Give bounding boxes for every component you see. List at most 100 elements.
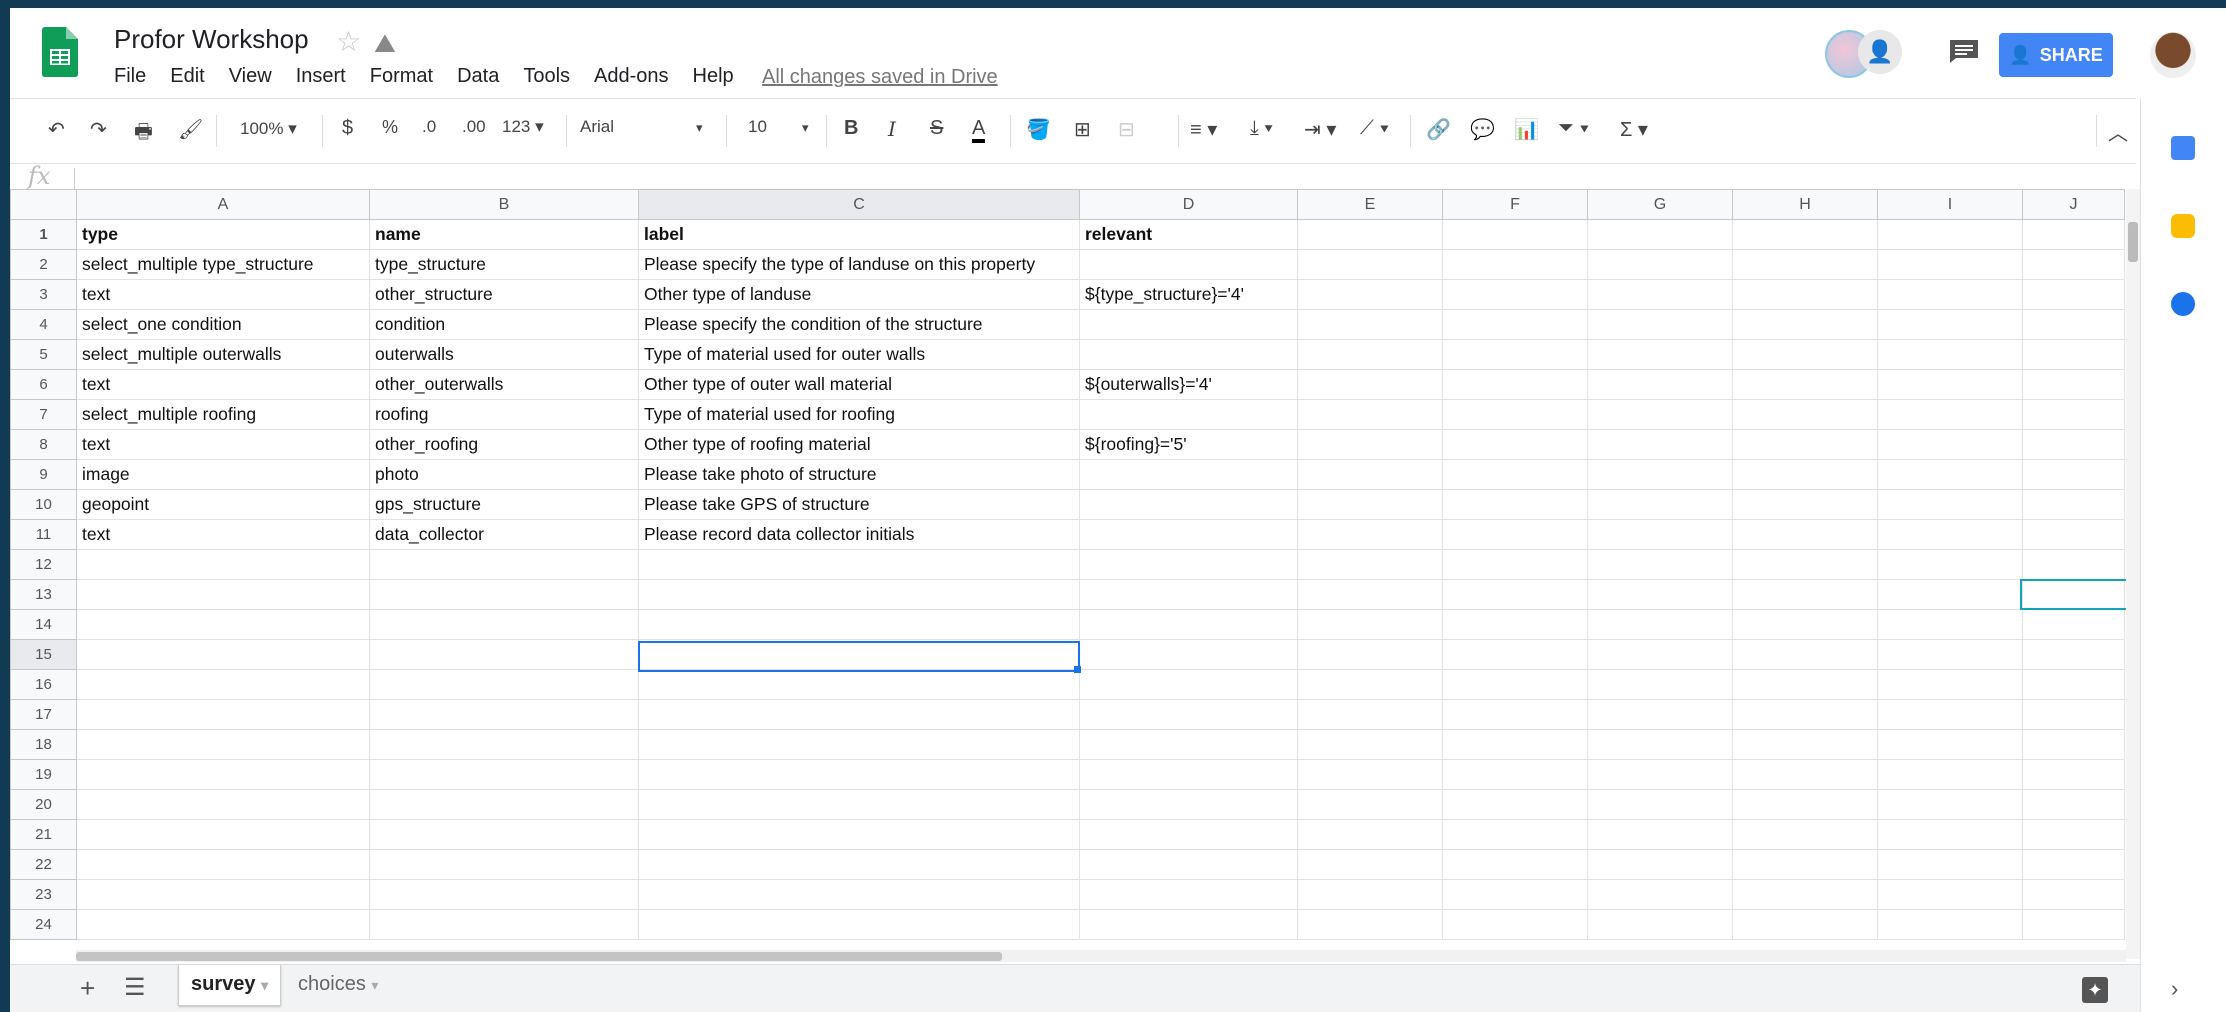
cell-a9[interactable]: image xyxy=(76,459,370,490)
cell-d10[interactable] xyxy=(1079,489,1298,520)
column-header-e[interactable]: E xyxy=(1297,189,1443,220)
cell-c5[interactable]: Type of material used for outer walls xyxy=(638,339,1080,370)
cell-c12[interactable] xyxy=(638,549,1080,580)
column-header-a[interactable]: A xyxy=(76,189,370,220)
cell-g5[interactable] xyxy=(1587,339,1733,370)
insert-chart-icon[interactable]: 📊 xyxy=(1514,117,1539,142)
row-header[interactable]: 21 xyxy=(10,819,77,850)
cell-g8[interactable] xyxy=(1587,429,1733,460)
currency-format-button[interactable]: $ xyxy=(342,117,353,140)
cell-c24[interactable] xyxy=(638,909,1080,940)
row-header[interactable]: 19 xyxy=(10,759,77,790)
cell-e16[interactable] xyxy=(1297,669,1443,700)
cell-i15[interactable] xyxy=(1877,639,2023,670)
cell-i13[interactable] xyxy=(1877,579,2023,610)
cell-h8[interactable] xyxy=(1732,429,1878,460)
comments-icon[interactable] xyxy=(1948,38,1980,64)
cell-b21[interactable] xyxy=(369,819,639,850)
cell-e2[interactable] xyxy=(1297,249,1443,280)
cell-g11[interactable] xyxy=(1587,519,1733,550)
cell-b23[interactable] xyxy=(369,879,639,910)
cell-e5[interactable] xyxy=(1297,339,1443,370)
cell-a11[interactable]: text xyxy=(76,519,370,550)
cell-i24[interactable] xyxy=(1877,909,2023,940)
cell-b17[interactable] xyxy=(369,699,639,730)
cell-h20[interactable] xyxy=(1732,789,1878,820)
undo-icon[interactable]: ↶ xyxy=(48,117,65,142)
vertical-scrollbar[interactable] xyxy=(2126,189,2140,959)
cell-a17[interactable] xyxy=(76,699,370,730)
row-header[interactable]: 17 xyxy=(10,699,77,730)
cell-g12[interactable] xyxy=(1587,549,1733,580)
row-header[interactable]: 16 xyxy=(10,669,77,700)
cell-j4[interactable] xyxy=(2022,309,2125,340)
cell-a12[interactable] xyxy=(76,549,370,580)
column-header-c[interactable]: C xyxy=(638,189,1080,220)
row-header[interactable]: 15 xyxy=(10,639,77,670)
cell-j19[interactable] xyxy=(2022,759,2125,790)
merge-cells-icon[interactable]: ⊟ xyxy=(1118,117,1135,142)
cell-f19[interactable] xyxy=(1442,759,1588,790)
cell-f18[interactable] xyxy=(1442,729,1588,760)
cell-j9[interactable] xyxy=(2022,459,2125,490)
row-header[interactable]: 24 xyxy=(10,909,77,940)
cell-i20[interactable] xyxy=(1877,789,2023,820)
cell-f20[interactable] xyxy=(1442,789,1588,820)
tasks-icon[interactable] xyxy=(2171,292,2195,316)
cell-f4[interactable] xyxy=(1442,309,1588,340)
cell-i7[interactable] xyxy=(1877,399,2023,430)
cell-i16[interactable] xyxy=(1877,669,2023,700)
cell-b10[interactable]: gps_structure xyxy=(369,489,639,520)
cell-i19[interactable] xyxy=(1877,759,2023,790)
row-header[interactable]: 8 xyxy=(10,429,77,460)
cell-j20[interactable] xyxy=(2022,789,2125,820)
cell-a16[interactable] xyxy=(76,669,370,700)
print-icon[interactable]: 🖶 xyxy=(134,117,153,151)
row-header[interactable]: 20 xyxy=(10,789,77,820)
cell-d23[interactable] xyxy=(1079,879,1298,910)
cell-f11[interactable] xyxy=(1442,519,1588,550)
cell-b8[interactable]: other_roofing xyxy=(369,429,639,460)
cell-i17[interactable] xyxy=(1877,699,2023,730)
menu-help[interactable]: Help xyxy=(693,65,734,88)
cell-h10[interactable] xyxy=(1732,489,1878,520)
cell-a20[interactable] xyxy=(76,789,370,820)
decrease-decimal-button[interactable]: .0 xyxy=(422,117,436,137)
cell-d9[interactable] xyxy=(1079,459,1298,490)
cell-b11[interactable]: data_collector xyxy=(369,519,639,550)
cell-h12[interactable] xyxy=(1732,549,1878,580)
cell-h5[interactable] xyxy=(1732,339,1878,370)
cell-f10[interactable] xyxy=(1442,489,1588,520)
cell-c2[interactable]: Please specify the type of landuse on th… xyxy=(638,249,1080,280)
cell-j23[interactable] xyxy=(2022,879,2125,910)
cell-c1[interactable]: label xyxy=(638,219,1080,250)
cell-i1[interactable] xyxy=(1877,219,2023,250)
cell-h3[interactable] xyxy=(1732,279,1878,310)
cell-g16[interactable] xyxy=(1587,669,1733,700)
cell-c21[interactable] xyxy=(638,819,1080,850)
cell-i2[interactable] xyxy=(1877,249,2023,280)
cell-d7[interactable] xyxy=(1079,399,1298,430)
cell-g2[interactable] xyxy=(1587,249,1733,280)
cell-i18[interactable] xyxy=(1877,729,2023,760)
cell-b16[interactable] xyxy=(369,669,639,700)
cell-c16[interactable] xyxy=(638,669,1080,700)
cell-d13[interactable] xyxy=(1079,579,1298,610)
cell-g20[interactable] xyxy=(1587,789,1733,820)
cell-a22[interactable] xyxy=(76,849,370,880)
cell-b13[interactable] xyxy=(369,579,639,610)
cell-i9[interactable] xyxy=(1877,459,2023,490)
vertical-align-icon[interactable]: ⤓ ▾ xyxy=(1250,117,1273,140)
cell-g6[interactable] xyxy=(1587,369,1733,400)
cell-c11[interactable]: Please record data collector initials xyxy=(638,519,1080,550)
column-header-i[interactable]: I xyxy=(1877,189,2023,220)
cell-j16[interactable] xyxy=(2022,669,2125,700)
redo-icon[interactable]: ↷ xyxy=(90,117,107,142)
cell-d21[interactable] xyxy=(1079,819,1298,850)
collapse-toolbar-icon[interactable]: ︿ xyxy=(2108,117,2128,146)
cell-g18[interactable] xyxy=(1587,729,1733,760)
menu-data[interactable]: Data xyxy=(457,65,499,88)
cell-g9[interactable] xyxy=(1587,459,1733,490)
anonymous-viewers-icon[interactable]: 👤 xyxy=(1858,30,1902,74)
cell-h14[interactable] xyxy=(1732,609,1878,640)
